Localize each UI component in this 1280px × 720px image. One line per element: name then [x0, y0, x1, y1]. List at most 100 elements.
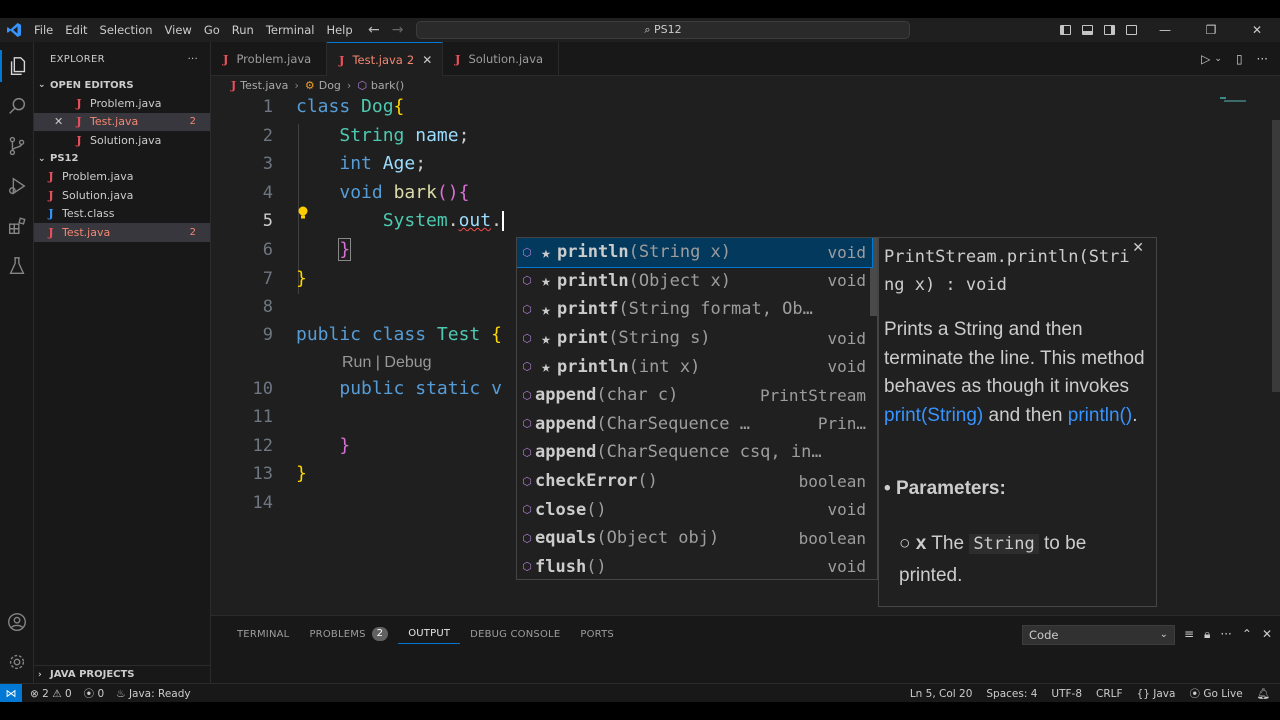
source-control-icon[interactable] [0, 130, 34, 162]
restore-button[interactable]: ❐ [1188, 18, 1234, 42]
codelens-run-debug[interactable]: Run | Debug [342, 354, 432, 372]
manage-gear-icon[interactable] [0, 646, 34, 678]
ports-status[interactable]: ⦿ 0 [84, 686, 105, 701]
java-projects-section[interactable]: › JAVA PROJECTS [34, 665, 211, 683]
breadcrumb-method[interactable]: bark() [371, 79, 404, 92]
suggestion-item[interactable]: ⬡ append(CharSequence csq, in… [517, 438, 872, 467]
close-icon[interactable]: ✕ [54, 115, 63, 128]
tab-ports[interactable]: PORTS [570, 624, 624, 644]
file-tree-item[interactable]: J Test.java 2 [34, 223, 210, 242]
extensions-icon[interactable] [0, 210, 34, 242]
more-actions-icon[interactable]: ··· [1220, 627, 1231, 641]
suggestion-item[interactable]: ⬡ append(char c) PrintStream [517, 381, 872, 410]
forward-arrow-icon[interactable]: → [392, 22, 404, 38]
menu-run[interactable]: Run [226, 18, 260, 42]
code-line: String name; [339, 125, 470, 146]
close-icon[interactable]: ✕ [1132, 240, 1144, 256]
line-number: 9 [262, 325, 273, 345]
breadcrumb-file[interactable]: Test.java [240, 79, 288, 92]
command-center[interactable]: ⌕ PS12 [416, 21, 910, 39]
toggle-panel-icon[interactable] [1076, 18, 1098, 42]
back-arrow-icon[interactable]: ← [368, 22, 380, 38]
testing-icon[interactable] [0, 250, 34, 282]
minimize-button[interactable]: — [1142, 18, 1188, 42]
doc-link-println[interactable]: println() [1068, 405, 1132, 426]
line-ending[interactable]: CRLF [1096, 688, 1123, 700]
toggle-secondary-sidebar-icon[interactable] [1098, 18, 1120, 42]
indentation[interactable]: Spaces: 4 [986, 688, 1037, 700]
clear-output-icon[interactable]: ≡ [1184, 627, 1194, 641]
tab-debug-console[interactable]: DEBUG CONSOLE [460, 624, 570, 644]
open-editor-name: Solution.java [90, 133, 162, 147]
suggestion-item[interactable]: ⬡ ★ println(String x) void [517, 238, 873, 268]
problems-count-badge: 2 [371, 627, 389, 641]
close-icon[interactable]: ✕ [422, 53, 432, 67]
folder-section[interactable]: ⌄ PS12 [34, 150, 210, 168]
editor-scrollbar[interactable] [1272, 120, 1280, 392]
minimap[interactable] [1218, 95, 1248, 107]
run-play-icon[interactable]: ▷ [1201, 52, 1210, 66]
open-editor-item[interactable]: J Solution.java [34, 131, 210, 150]
more-actions-icon[interactable]: ··· [188, 54, 198, 65]
suggestion-item[interactable]: ⬡ append(CharSequence … Prin… [517, 410, 872, 439]
suggestion-item[interactable]: ⬡ ★ println(int x) void [517, 352, 872, 381]
notifications-bell-icon[interactable]: 🔔︎ [1257, 687, 1270, 700]
split-editor-icon[interactable]: ▯ [1236, 52, 1243, 66]
language-mode[interactable]: {} Java [1137, 688, 1176, 700]
close-icon[interactable]: ✕ [1262, 627, 1272, 641]
java-file-icon: J [48, 170, 54, 184]
suggestion-item[interactable]: ⬡ close() void [517, 495, 872, 524]
menu-file[interactable]: File [28, 18, 59, 42]
suggestion-type: boolean [798, 528, 866, 548]
open-editors-section[interactable]: ⌄ OPEN EDITORS [34, 76, 210, 94]
suggestion-item[interactable]: ⬡ checkError() boolean [517, 467, 872, 496]
tab-test-java[interactable]: J Test.java 2 ✕ [327, 42, 443, 76]
close-window-button[interactable]: ✕ [1234, 18, 1280, 42]
file-tree-item[interactable]: J Test.class [34, 205, 210, 224]
suggestion-item[interactable]: ⬡ ★ print(String s) void [517, 324, 872, 353]
chevron-up-icon[interactable]: ⌃ [1242, 627, 1252, 641]
line-number: 1 [262, 97, 273, 117]
menu-terminal[interactable]: Terminal [260, 18, 321, 42]
tab-solution-java[interactable]: J Solution.java [443, 42, 559, 76]
menu-selection[interactable]: Selection [94, 18, 159, 42]
output-channel-select[interactable]: Code ⌄ [1022, 625, 1175, 645]
tab-terminal[interactable]: TERMINAL [227, 624, 299, 644]
suggestion-item[interactable]: ⬡ ★ printf(String format, Ob… [517, 295, 872, 324]
suggestion-item[interactable]: ⬡ flush() void [517, 553, 872, 579]
open-editor-item[interactable]: J Problem.java [34, 94, 210, 113]
doc-link-print[interactable]: print(String) [884, 405, 983, 426]
method-symbol-icon: ⬡ [522, 331, 532, 345]
customize-layout-icon[interactable] [1120, 18, 1142, 42]
lock-icon[interactable]: 🔒︎ [1204, 627, 1210, 642]
remote-icon[interactable]: ⋈ [0, 684, 22, 703]
file-tree-item[interactable]: J Solution.java [34, 186, 210, 205]
go-live-button[interactable]: ⦿ Go Live [1189, 686, 1242, 701]
toggle-primary-sidebar-icon[interactable] [1054, 18, 1076, 42]
breadcrumb-class[interactable]: Dog [319, 79, 341, 92]
tab-problems[interactable]: PROBLEMS 2 [299, 624, 398, 644]
java-status[interactable]: ♨ Java: Ready [116, 688, 190, 700]
chevron-down-icon[interactable]: ⌄ [1214, 54, 1222, 64]
explorer-icon[interactable] [0, 50, 34, 82]
menu-help[interactable]: Help [320, 18, 358, 42]
encoding[interactable]: UTF-8 [1051, 688, 1082, 700]
more-actions-icon[interactable]: ··· [1257, 52, 1268, 66]
suggestion-item[interactable]: ⬡ equals(Object obj) boolean [517, 524, 872, 553]
problems-status[interactable]: ⊗ 2 ⚠ 0 [30, 688, 72, 700]
tab-output[interactable]: OUTPUT [398, 624, 461, 644]
run-debug-icon[interactable] [0, 170, 34, 202]
cursor-position[interactable]: Ln 5, Col 20 [910, 688, 973, 700]
accounts-icon[interactable] [0, 606, 34, 638]
open-editor-item[interactable]: ✕ J Test.java 2 [34, 112, 210, 131]
search-icon[interactable] [0, 90, 34, 122]
menu-go[interactable]: Go [198, 18, 226, 42]
line-number: 10 [252, 379, 273, 399]
suggestion-item[interactable]: ⬡ ★ println(Object x) void [517, 267, 872, 296]
video-letterbox-bottom [0, 702, 1280, 720]
lightbulb-icon[interactable] [297, 206, 309, 220]
file-tree-item[interactable]: J Problem.java [34, 168, 210, 187]
menu-edit[interactable]: Edit [59, 18, 93, 42]
tab-problem-java[interactable]: J Problem.java [211, 42, 327, 76]
menu-view[interactable]: View [159, 18, 198, 42]
